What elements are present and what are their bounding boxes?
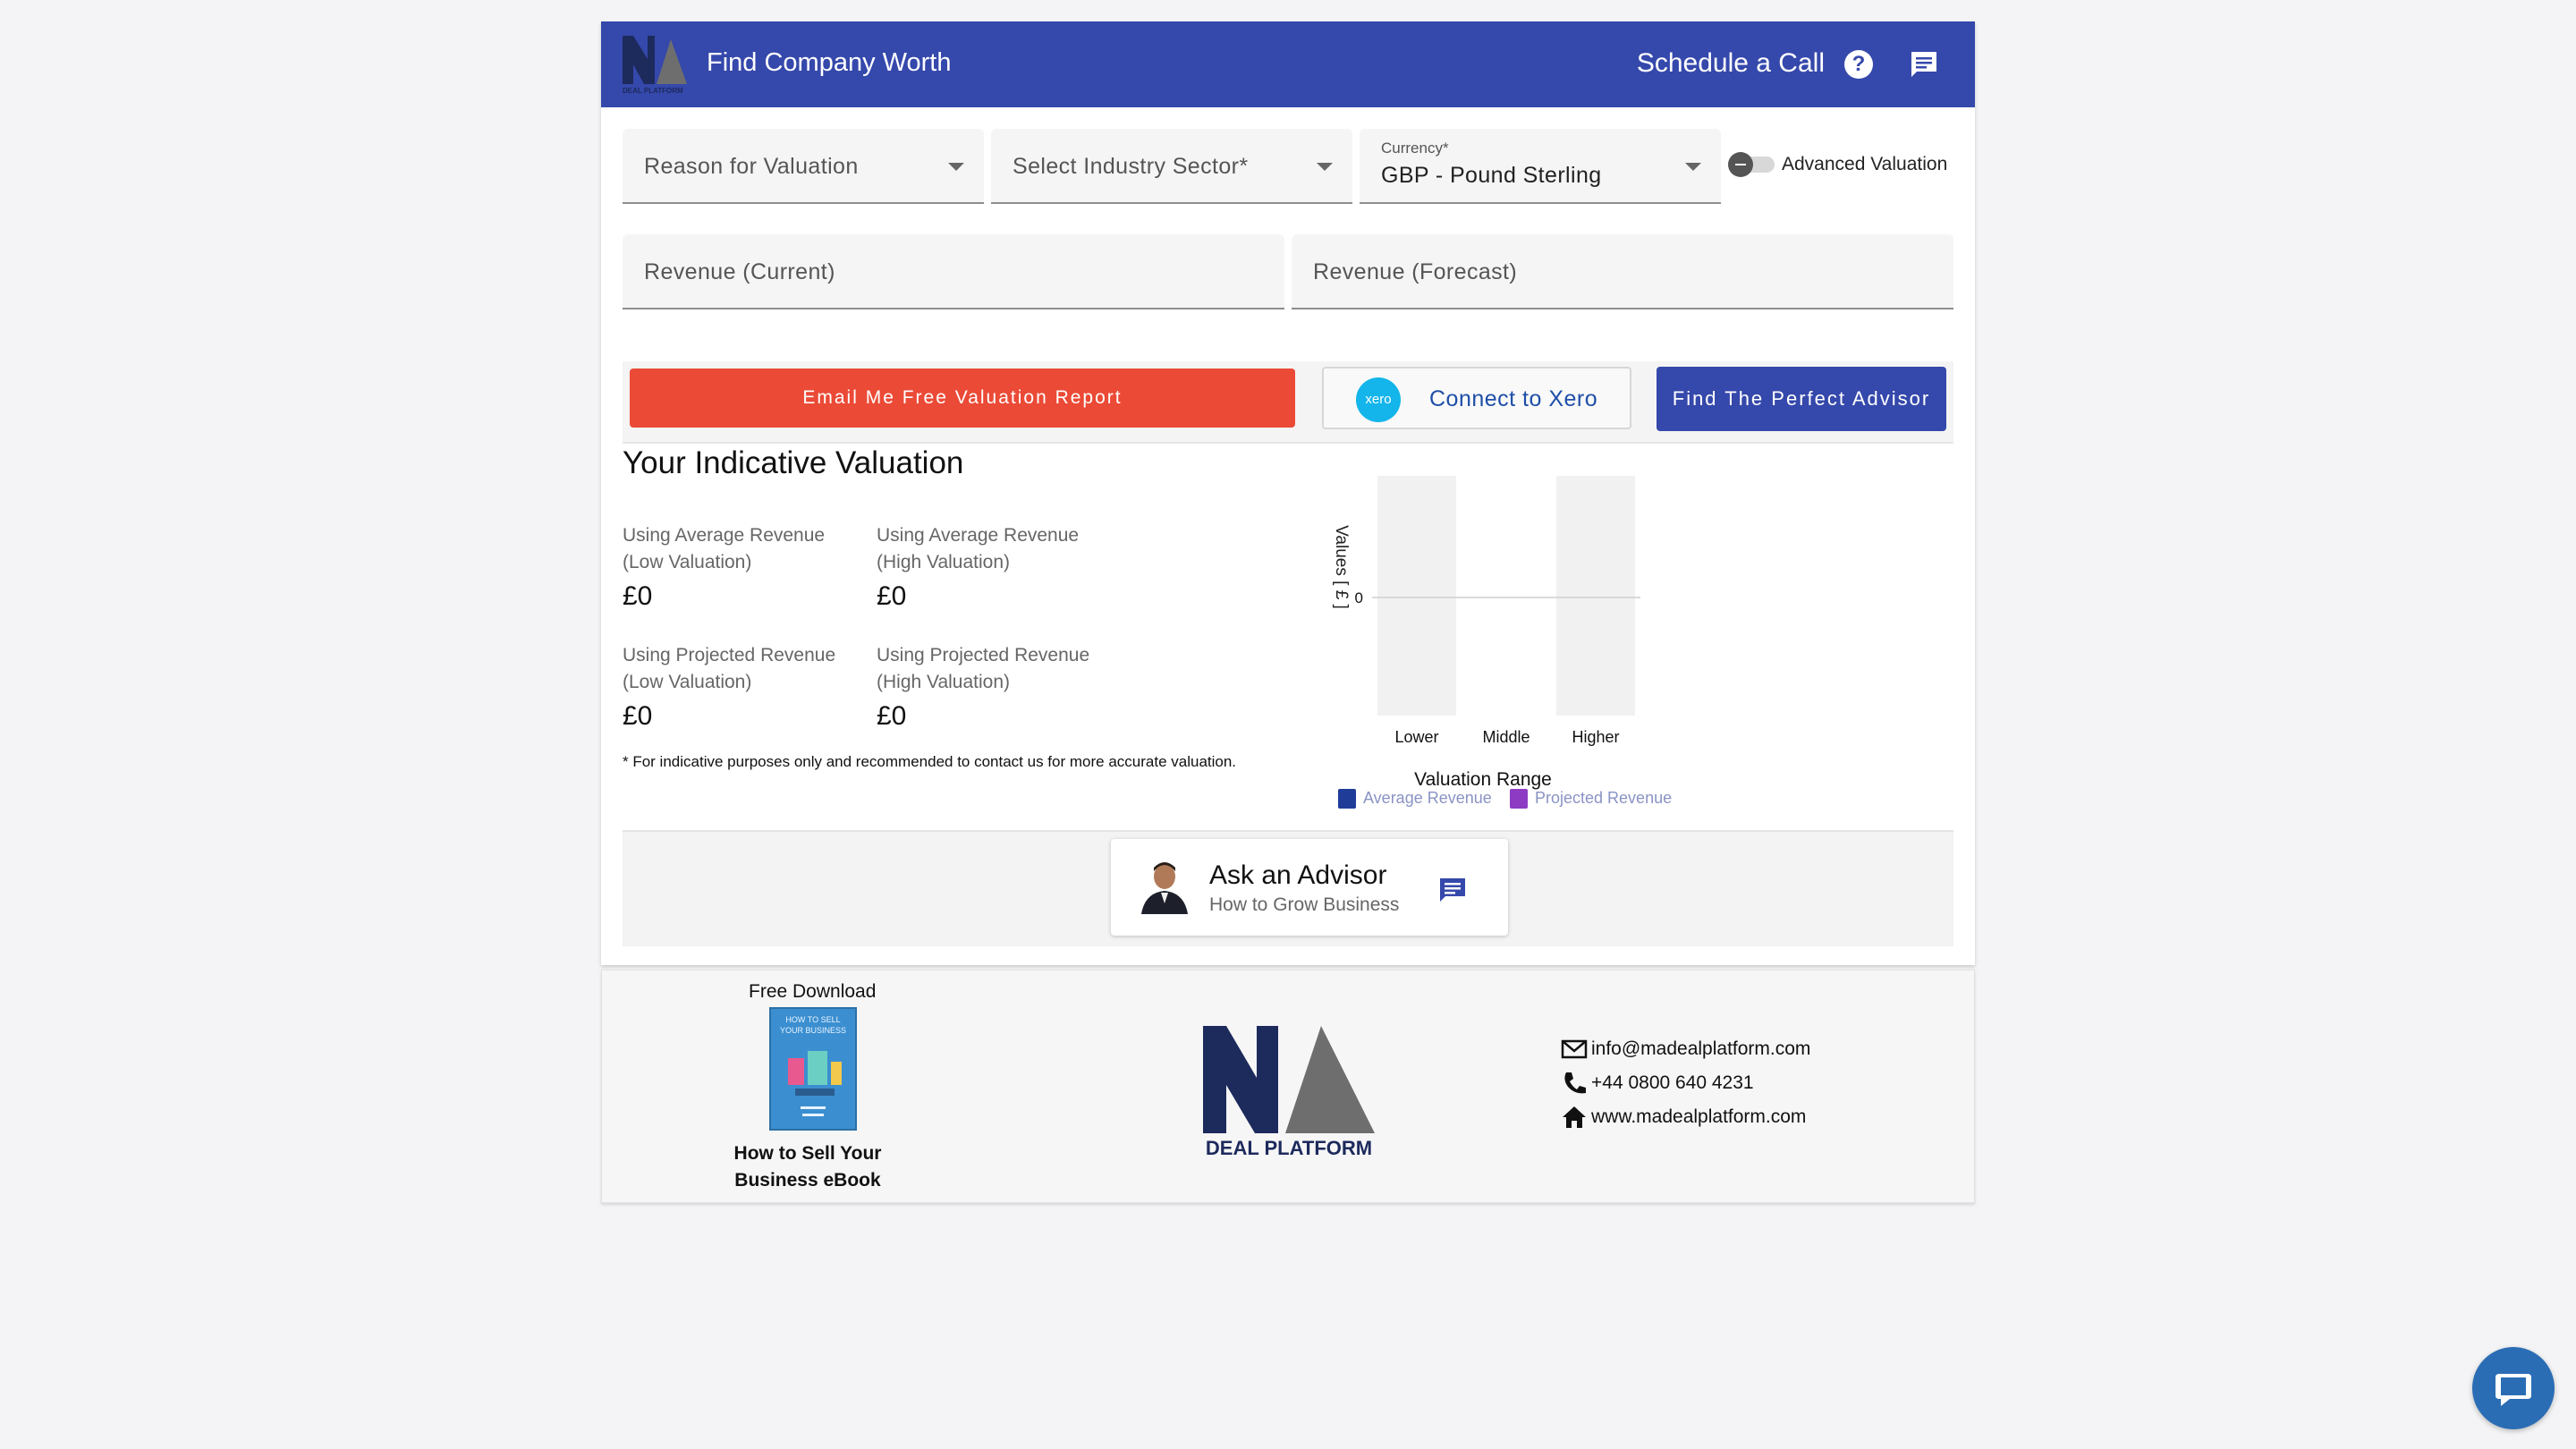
ebook-title[interactable]: How to Sell Your Business eBook [718, 1140, 897, 1194]
x-tick-label: Middle [1482, 728, 1530, 746]
ebook-title-line: How to Sell Your [733, 1143, 882, 1164]
metric-label: (High Valuation) [877, 672, 1011, 692]
metric-avg-low: Using Average Revenue (Low Valuation) £0 [623, 522, 864, 612]
advanced-valuation-label: Advanced Valuation [1782, 154, 1948, 174]
chat-icon[interactable] [1909, 50, 1939, 79]
revenue-current-input[interactable]: Revenue (Current) [623, 234, 1284, 309]
valuation-card: DEAL PLATFORM Find Company Worth Schedul… [601, 21, 1975, 965]
ask-advisor-title: Ask an Advisor [1209, 860, 1387, 890]
revenue-forecast-placeholder: Revenue (Forecast) [1313, 259, 1518, 284]
metric-label: Using Average Revenue [877, 525, 1080, 546]
currency-select[interactable]: Currency* GBP - Pound Sterling [1360, 129, 1721, 204]
chat-icon [1440, 878, 1465, 902]
metric-label: (Low Valuation) [623, 672, 752, 692]
chevron-down-icon [948, 163, 964, 171]
currency-label: Currency* [1381, 140, 1449, 157]
disclaimer-text: * For indicative purposes only and recom… [623, 753, 1237, 770]
connect-xero-button[interactable]: xero Connect to Xero [1322, 367, 1631, 429]
metric-label: (Low Valuation) [623, 552, 752, 572]
home-icon [1563, 1106, 1586, 1128]
legend-label: Average Revenue [1363, 789, 1492, 807]
chat-bubble-icon [2496, 1374, 2531, 1406]
schedule-call-link[interactable]: Schedule a Call [1637, 48, 1825, 79]
industry-select[interactable]: Select Industry Sector* [991, 129, 1352, 204]
metric-label: Using Projected Revenue [623, 645, 836, 665]
mail-icon [1561, 1039, 1588, 1059]
x-tick-label: Lower [1394, 728, 1438, 746]
deal-platform-logo[interactable]: DEAL PLATFORM [1199, 1015, 1378, 1158]
chevron-down-icon [1317, 163, 1333, 171]
metric-value: £0 [623, 701, 653, 731]
email-text: info@madealplatform.com [1591, 1038, 1811, 1059]
header-bar: DEAL PLATFORM Find Company Worth Schedul… [601, 21, 1975, 107]
footer: Free Download HOW TO SELL YOUR BUSINESS … [601, 970, 1975, 1203]
email-report-button[interactable]: Email Me Free Valuation Report [630, 369, 1295, 428]
website-text: www.madealplatform.com [1591, 1106, 1807, 1127]
category-band [1556, 476, 1635, 716]
metric-proj-high: Using Projected Revenue (High Valuation)… [877, 642, 1118, 732]
page-title: Find Company Worth [707, 48, 952, 77]
xero-icon: xero [1356, 377, 1401, 422]
legend-swatch [1338, 789, 1356, 809]
revenue-forecast-input[interactable]: Revenue (Forecast) [1292, 234, 1953, 309]
ask-advisor-subtitle: How to Grow Business [1209, 894, 1400, 915]
action-bar: Email Me Free Valuation Report xero Conn… [623, 361, 1953, 444]
phone-icon [1564, 1072, 1586, 1094]
metric-label: (High Valuation) [877, 552, 1011, 572]
chevron-down-icon [1685, 163, 1701, 171]
metric-avg-high: Using Average Revenue (High Valuation) £… [877, 522, 1118, 612]
free-download-label: Free Download [749, 981, 877, 1002]
valuation-chart: Values [ £ ] 0 Lower Middle Higher Valuatio… [1332, 476, 1640, 790]
legend-swatch [1510, 789, 1528, 809]
live-chat-button[interactable] [2472, 1347, 2555, 1429]
ask-advisor-section: Ask an Advisor How to Grow Business [623, 830, 1953, 946]
revenue-current-placeholder: Revenue (Current) [644, 259, 835, 284]
currency-value: GBP - Pound Sterling [1381, 163, 1602, 188]
help-icon[interactable]: ? [1844, 50, 1873, 79]
deal-platform-logo[interactable]: DEAL PLATFORM [621, 32, 701, 95]
industry-placeholder: Select Industry Sector* [1013, 154, 1249, 179]
reason-placeholder: Reason for Valuation [644, 154, 859, 179]
metric-value: £0 [877, 581, 907, 611]
metric-label: Using Projected Revenue [877, 645, 1090, 665]
phone-text: +44 0800 640 4231 [1591, 1072, 1754, 1093]
logo-text: DEAL PLATFORM [1206, 1137, 1372, 1158]
advanced-valuation-toggle[interactable] [1728, 152, 1776, 177]
ebook-cover-text: YOUR BUSINESS [780, 1026, 846, 1035]
x-tick-label: Higher [1572, 728, 1619, 746]
find-advisor-button[interactable]: Find The Perfect Advisor [1657, 367, 1946, 431]
category-band [1377, 476, 1456, 716]
logo-text: DEAL PLATFORM [623, 87, 683, 95]
advisor-avatar [1141, 862, 1188, 914]
y-tick-label: 0 [1355, 589, 1363, 606]
ebook-cover-text: HOW TO SELL [785, 1015, 840, 1024]
ask-advisor-card[interactable]: Ask an Advisor How to Grow Business [1111, 839, 1508, 936]
connect-xero-label: Connect to Xero [1429, 386, 1598, 411]
metric-proj-low: Using Projected Revenue (Low Valuation) … [623, 642, 864, 732]
metric-value: £0 [877, 701, 907, 731]
x-axis-label: Valuation Range [1414, 769, 1552, 790]
ebook-title-line: Business eBook [734, 1170, 881, 1191]
reason-select[interactable]: Reason for Valuation [623, 129, 984, 204]
ebook-cover[interactable]: HOW TO SELL YOUR BUSINESS [768, 1006, 858, 1131]
legend-label: Projected Revenue [1535, 789, 1673, 807]
metric-value: £0 [623, 581, 653, 611]
metric-label: Using Average Revenue [623, 525, 826, 546]
y-axis-label: Values [ £ ] [1332, 525, 1351, 609]
valuation-widget: DEAL PLATFORM Find Company Worth Schedul… [601, 21, 1975, 1203]
valuation-title: Your Indicative Valuation [623, 445, 964, 480]
